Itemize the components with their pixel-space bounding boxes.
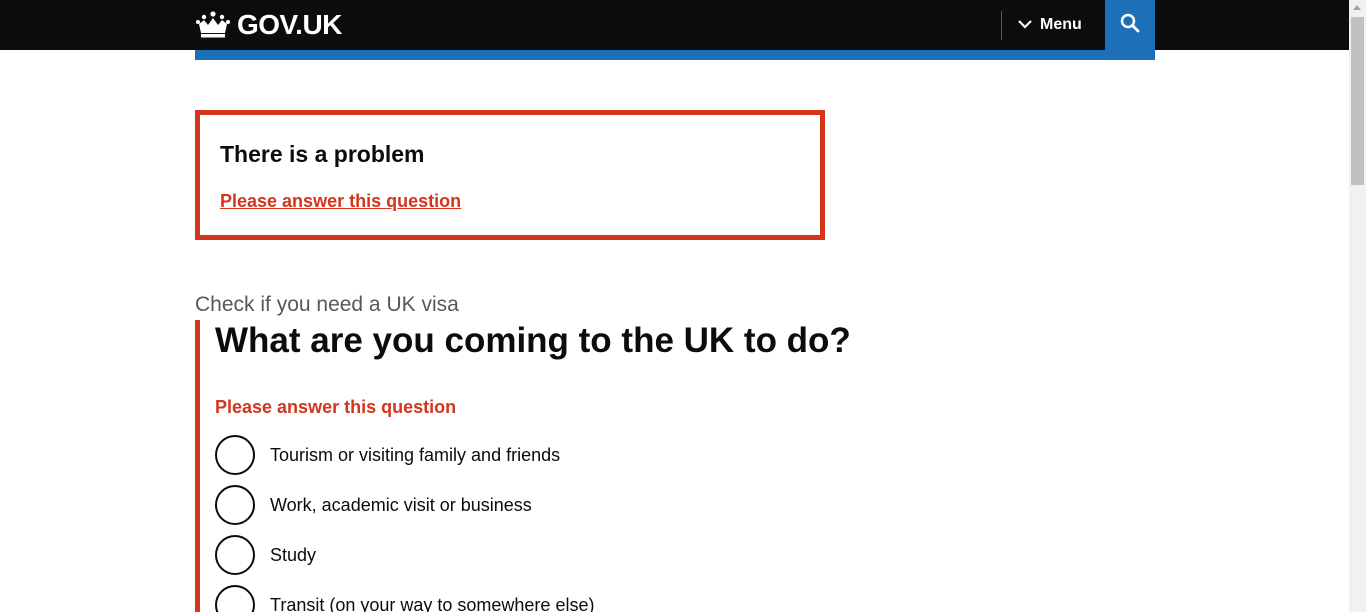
field-error-message: Please answer this question — [215, 397, 457, 417]
error-summary-title: There is a problem — [220, 141, 425, 167]
menu-button[interactable]: Menu — [1018, 10, 1082, 40]
page: GOV.UK Menu There is a problem Please an… — [0, 0, 1366, 612]
crown-icon — [195, 9, 231, 41]
vertical-scrollbar[interactable] — [1349, 0, 1366, 612]
page-caption: Check if you need a UK visa — [195, 293, 459, 316]
chevron-down-icon — [1018, 16, 1040, 34]
radio-label: Work, academic visit or business — [270, 495, 532, 515]
radio-input[interactable] — [215, 485, 255, 525]
radio-label: Tourism or visiting family and friends — [270, 445, 561, 465]
logo-text: GOV.UK — [237, 9, 342, 40]
error-summary-link[interactable]: Please answer this question — [220, 189, 461, 213]
radio-option-transit[interactable]: Transit (on your way to somewhere else) — [215, 585, 594, 612]
search-button[interactable] — [1105, 0, 1155, 50]
search-icon — [1120, 13, 1140, 38]
header-divider — [1001, 11, 1002, 40]
question-form-group: What are you coming to the UK to do? Ple… — [195, 320, 900, 612]
radio-input[interactable] — [215, 535, 255, 575]
page-title: What are you coming to the UK to do? — [215, 321, 851, 360]
error-summary: There is a problem Please answer this qu… — [195, 110, 825, 240]
site-header: GOV.UK Menu — [0, 0, 1349, 50]
radio-label: Transit (on your way to somewhere else) — [270, 595, 595, 612]
radio-option-study[interactable]: Study — [215, 535, 316, 575]
radio-input[interactable] — [215, 435, 255, 475]
radio-option-work[interactable]: Work, academic visit or business — [215, 485, 532, 525]
menu-label: Menu — [1040, 16, 1082, 33]
govuk-logo-link[interactable]: GOV.UK — [195, 9, 342, 41]
header-accent-bar — [195, 50, 1155, 60]
radio-input[interactable] — [215, 585, 255, 612]
scrollbar-thumb[interactable] — [1351, 17, 1364, 185]
scroll-up-arrow-icon[interactable] — [1353, 5, 1361, 10]
radio-label: Study — [270, 545, 317, 565]
radio-option-tourism[interactable]: Tourism or visiting family and friends — [215, 435, 560, 475]
